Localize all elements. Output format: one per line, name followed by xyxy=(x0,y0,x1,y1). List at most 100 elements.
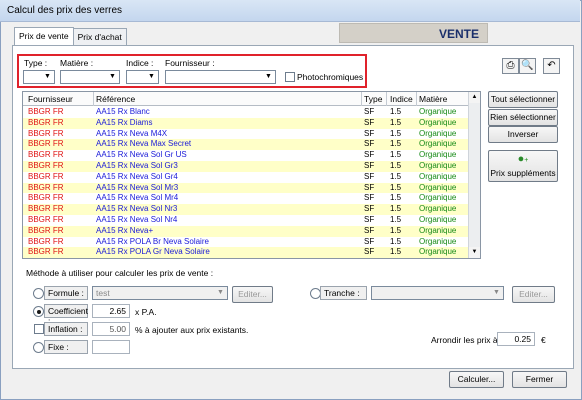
table-row[interactable]: BBGR FR AA15 Rx Diams SF 1.5 Organique xyxy=(23,117,469,129)
table-row[interactable]: BBGR FR AA15 Rx Neva+ SF 1.5 Organique xyxy=(23,225,469,237)
cell-reference: AA15 Rx Neva Sol Gr US xyxy=(96,150,187,160)
cell-matiere: Organique xyxy=(419,128,457,138)
column-header-reference[interactable]: Référence xyxy=(96,94,135,104)
cell-matiere: Organique xyxy=(419,247,457,257)
cell-indice: 1.5 xyxy=(390,247,402,257)
cell-reference: AA15 Rx Neva Sol Mr3 xyxy=(96,182,179,192)
inflation-checkbox[interactable] xyxy=(34,324,44,334)
type-select[interactable]: ▼ xyxy=(23,70,55,84)
cell-matiere: Organique xyxy=(419,139,457,149)
undo-icon[interactable]: ↶ xyxy=(543,58,560,74)
cell-indice: 1.5 xyxy=(390,128,402,138)
cell-reference: AA15 Rx Neva Sol Mr4 xyxy=(96,193,179,203)
cell-fournisseur: BBGR FR xyxy=(28,193,64,203)
cell-indice: 1.5 xyxy=(390,236,402,246)
table-row[interactable]: BBGR FR AA15 Rx Neva Max Secret SF 1.5 Organ… xyxy=(23,139,469,151)
printer-icon[interactable]: ⎙ xyxy=(502,58,519,74)
cell-indice: 1.5 xyxy=(390,161,402,170)
cell-type: SF xyxy=(364,193,375,203)
table-row[interactable]: BBGR FR AA15 Rx Neva Sol Gr4 SF 1.5 Organiqu… xyxy=(23,172,469,183)
photochromiques-label: Photochromiques xyxy=(297,72,364,82)
fixe-input[interactable] xyxy=(92,340,130,354)
fixe-label: Fixe : xyxy=(44,340,88,354)
inflation-suffix: % à ajouter aux prix existants. xyxy=(135,325,249,335)
column-header-matiere[interactable]: Matière xyxy=(419,94,447,104)
column-header-fournisseur[interactable]: Fournisseur xyxy=(28,94,73,104)
scroll-up-icon[interactable]: ▲ xyxy=(469,92,480,103)
cell-matiere: Organique xyxy=(419,117,457,127)
cell-fournisseur: BBGR FR xyxy=(28,128,64,138)
column-header-indice[interactable]: Indice xyxy=(390,94,413,104)
table-row[interactable]: BBGR FR AA15 Rx Neva Sol Gr US SF 1.5 Organi… xyxy=(23,150,469,161)
formule-edit-button[interactable]: Editer... xyxy=(232,286,273,303)
table-row[interactable]: BBGR FR AA15 Rx POLA Gr Neva Solaire SF 1.5… xyxy=(23,247,469,258)
chevron-down-icon: ▼ xyxy=(148,73,155,80)
table-row[interactable]: BBGR FR AA15 Rx Neva Sol Nr3 SF 1.5 Organiqu… xyxy=(23,204,469,215)
formule-radio[interactable] xyxy=(33,288,44,299)
coefficient-radio[interactable] xyxy=(33,306,44,317)
cell-fournisseur: BBGR FR xyxy=(28,182,64,192)
title-bar: Calcul des prix des verres xyxy=(0,0,580,22)
cell-matiere: Organique xyxy=(419,204,457,214)
rounding-unit: € xyxy=(541,335,546,345)
cell-indice: 1.5 xyxy=(390,117,402,127)
cell-fournisseur: BBGR FR xyxy=(28,215,64,224)
cell-matiere: Organique xyxy=(419,215,457,224)
formule-select[interactable]: test ▼ xyxy=(92,286,228,300)
coefficient-input[interactable]: 2.65 xyxy=(92,304,130,318)
cell-matiere: Organique xyxy=(419,193,457,203)
supplements-button[interactable]: ●+ Prix suppléments xyxy=(488,150,558,182)
table-row[interactable]: BBGR FR AA15 Rx POLA Br Neva Solaire SF 1.5… xyxy=(23,237,469,248)
cell-reference: AA15 Rx Neva Sol Nr3 xyxy=(96,204,178,214)
cell-reference: AA15 Rx Blanc xyxy=(96,107,150,116)
cell-matiere: Organique xyxy=(419,150,457,160)
inflation-label: Inflation : xyxy=(44,322,88,336)
table-row[interactable]: BBGR FR AA15 Rx Neva Sol Nr4 SF 1.5 Organiqu… xyxy=(23,215,469,226)
calculate-button[interactable]: Calculer... xyxy=(449,371,504,388)
tab-prix-d-achat[interactable]: Prix d'achat xyxy=(72,28,127,45)
table-scrollbar[interactable]: ▲ ▼ xyxy=(468,92,480,258)
tranche-edit-button[interactable]: Editer... xyxy=(512,286,555,303)
cell-fournisseur: BBGR FR xyxy=(28,107,64,116)
print-preview-icon[interactable]: 🔍 xyxy=(519,58,536,74)
cell-fournisseur: BBGR FR xyxy=(28,236,64,246)
cell-reference: AA15 Rx Neva Sol Nr4 xyxy=(96,215,178,224)
cell-indice: 1.5 xyxy=(390,204,402,214)
select-all-button[interactable]: Tout sélectionner xyxy=(488,91,558,108)
scroll-down-icon[interactable]: ▼ xyxy=(469,247,480,258)
rounding-input[interactable]: 0.25 xyxy=(497,332,535,346)
table-row[interactable]: BBGR FR AA15 Rx Neva Sol Gr3 SF 1.5 Organiqu… xyxy=(23,161,469,172)
photochromiques-checkbox[interactable] xyxy=(285,72,295,82)
tab-prix-de-vente[interactable]: Prix de vente xyxy=(14,27,74,46)
tranche-select[interactable]: ▼ xyxy=(371,286,504,300)
table-row[interactable]: BBGR FR AA15 Rx Blanc SF 1.5 Organique xyxy=(23,107,469,118)
cell-fournisseur: BBGR FR xyxy=(28,247,64,257)
method-heading: Méthode à utiliser pour calculer les pri… xyxy=(26,268,214,278)
verres-table[interactable]: Fournisseur Référence Type Indice Matièr… xyxy=(22,91,481,259)
cell-indice: 1.5 xyxy=(390,150,402,160)
cell-type: SF xyxy=(364,215,375,224)
cell-indice: 1.5 xyxy=(390,215,402,224)
invert-selection-button[interactable]: Inverser xyxy=(488,126,558,143)
close-button[interactable]: Fermer xyxy=(512,371,567,388)
window-title: Calcul des prix des verres xyxy=(7,5,123,16)
table-row[interactable]: BBGR FR AA15 Rx Neva M4X SF 1.5 Organique xyxy=(23,129,469,140)
fixe-radio[interactable] xyxy=(33,342,44,353)
fournisseur-select[interactable]: ▼ xyxy=(165,70,276,84)
cell-type: SF xyxy=(364,247,375,257)
chevron-down-icon: ▼ xyxy=(217,289,224,296)
cell-reference: AA15 Rx POLA Br Neva Solaire xyxy=(96,236,209,246)
matiere-select[interactable]: ▼ xyxy=(60,70,120,84)
cell-type: SF xyxy=(364,236,375,246)
column-header-type[interactable]: Type xyxy=(364,94,382,104)
cell-type: SF xyxy=(364,204,375,214)
inflation-input[interactable]: 5.00 xyxy=(92,322,130,336)
table-row[interactable]: BBGR FR AA15 Rx Neva Sol Mr3 SF 1.5 Organiqu… xyxy=(23,182,469,194)
cell-fournisseur: BBGR FR xyxy=(28,225,64,235)
cell-type: SF xyxy=(364,171,375,181)
table-row[interactable]: BBGR FR AA15 Rx Neva Sol Mr4 SF 1.5 Organiqu… xyxy=(23,193,469,204)
indice-label: Indice : xyxy=(126,58,154,68)
select-none-button[interactable]: Rien sélectionner xyxy=(488,109,558,126)
cell-reference: AA15 Rx Neva M4X xyxy=(96,128,168,138)
indice-select[interactable]: ▼ xyxy=(126,70,159,84)
